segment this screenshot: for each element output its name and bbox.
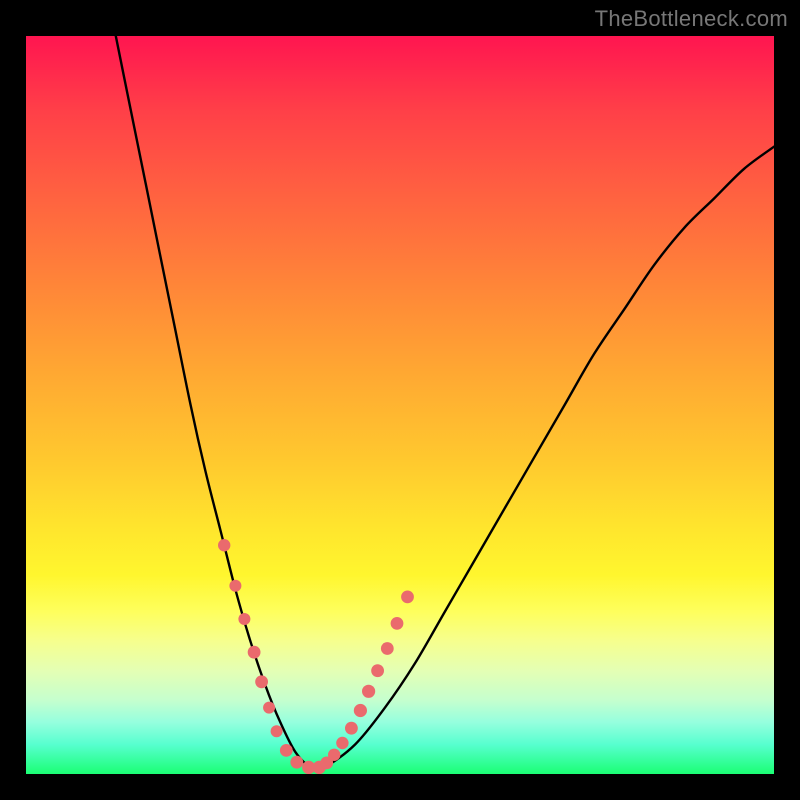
marker-cluster: [218, 539, 414, 774]
curve-marker: [238, 613, 250, 625]
chart-svg: [26, 36, 774, 774]
curve-marker: [391, 617, 404, 630]
curve-marker: [218, 539, 230, 551]
curve-marker: [371, 664, 384, 677]
curve-marker: [263, 702, 275, 714]
curve-marker: [336, 737, 348, 749]
curve-marker: [345, 722, 358, 735]
curve-marker: [354, 704, 367, 717]
curve-marker: [290, 756, 303, 769]
plot-area: [26, 36, 774, 774]
curve-marker: [362, 685, 375, 698]
curve-marker: [229, 580, 241, 592]
watermark-text: TheBottleneck.com: [595, 6, 788, 32]
curve-marker: [328, 749, 340, 761]
curve-marker: [401, 591, 414, 604]
bottleneck-curve: [116, 36, 774, 769]
curve-marker: [255, 675, 268, 688]
curve-marker: [248, 646, 261, 659]
curve-marker: [280, 744, 293, 757]
curve-marker: [381, 642, 394, 655]
curve-marker: [271, 725, 283, 737]
